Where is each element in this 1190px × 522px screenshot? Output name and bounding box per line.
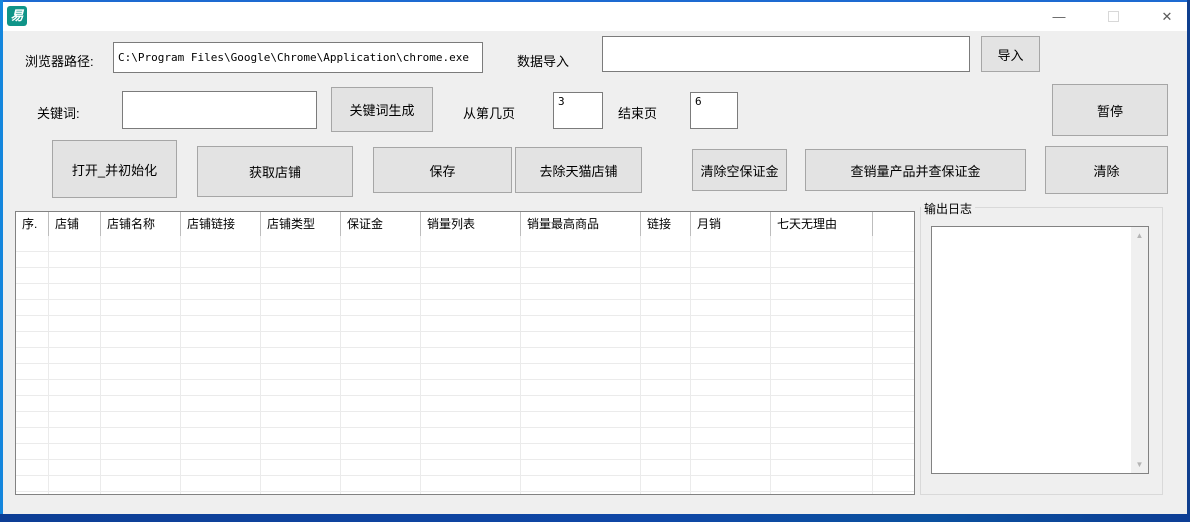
keyword-input[interactable] (122, 91, 317, 129)
table-row[interactable] (16, 236, 914, 252)
page-from-label: 从第几页 (463, 103, 515, 122)
window-border-left (0, 0, 3, 522)
keyword-label: 关键词: (37, 103, 80, 122)
column-header-4[interactable]: 店铺类型 (261, 212, 341, 236)
check-sales-deposit-button[interactable]: 查销量产品并查保证金 (805, 149, 1026, 191)
table-row[interactable] (16, 252, 914, 268)
table-gridline (770, 236, 771, 494)
column-header-0[interactable]: 序. (16, 212, 49, 236)
scrollbar-up-icon[interactable]: ▲ (1131, 227, 1148, 244)
column-header-11[interactable] (873, 212, 914, 236)
app-window: 易 — ✕ 浏览器路径: 数据导入 导入 关键词: 关键词生成 从第几页 结束页… (0, 0, 1190, 522)
table-row[interactable] (16, 300, 914, 316)
column-header-5[interactable]: 保证金 (341, 212, 421, 236)
table-gridline (260, 236, 261, 494)
table-row[interactable] (16, 444, 914, 460)
column-header-1[interactable]: 店铺 (49, 212, 101, 236)
window-border-top (0, 0, 1190, 2)
data-import-input[interactable] (602, 36, 970, 72)
column-header-10[interactable]: 七天无理由 (771, 212, 873, 236)
close-icon[interactable]: ✕ (1155, 6, 1179, 28)
table-row[interactable] (16, 332, 914, 348)
maximize-icon[interactable] (1101, 6, 1125, 28)
output-log-text (932, 227, 1131, 473)
import-button[interactable]: 导入 (981, 36, 1040, 72)
save-button[interactable]: 保存 (373, 147, 512, 193)
table-gridline (100, 236, 101, 494)
table-row[interactable] (16, 460, 914, 476)
table-row[interactable] (16, 380, 914, 396)
output-log-box[interactable]: ▲ ▼ (931, 226, 1149, 474)
stores-table-header: 序.店铺店铺名称店铺链接店铺类型保证金销量列表销量最高商品链接月销七天无理由 (16, 212, 914, 236)
table-gridline (690, 236, 691, 494)
get-stores-button[interactable]: 获取店铺 (197, 146, 353, 197)
log-scrollbar[interactable]: ▲ ▼ (1131, 227, 1148, 473)
table-gridline (872, 236, 873, 494)
column-header-6[interactable]: 销量列表 (421, 212, 521, 236)
column-header-7[interactable]: 销量最高商品 (521, 212, 641, 236)
table-gridline (420, 236, 421, 494)
minimize-icon[interactable]: — (1047, 6, 1071, 28)
table-row[interactable] (16, 396, 914, 412)
output-log-group: ▲ ▼ (920, 207, 1163, 495)
pause-button[interactable]: 暂停 (1052, 84, 1168, 136)
remove-tmall-button[interactable]: 去除天猫店铺 (515, 147, 642, 193)
column-header-9[interactable]: 月销 (691, 212, 771, 236)
table-gridline (640, 236, 641, 494)
table-row[interactable] (16, 476, 914, 492)
clear-button[interactable]: 清除 (1045, 146, 1168, 194)
page-to-label: 结束页 (618, 103, 657, 122)
table-row[interactable] (16, 284, 914, 300)
clear-empty-deposit-button[interactable]: 清除空保证金 (692, 149, 787, 191)
output-log-label: 输出日志 (921, 200, 975, 217)
window-border-bottom (0, 514, 1190, 522)
title-bar: 易 — ✕ (3, 2, 1187, 31)
page-from-input[interactable] (553, 92, 603, 129)
stores-table: 序.店铺店铺名称店铺链接店铺类型保证金销量列表销量最高商品链接月销七天无理由 (15, 211, 915, 495)
table-gridline (340, 236, 341, 494)
column-header-8[interactable]: 链接 (641, 212, 691, 236)
table-row[interactable] (16, 268, 914, 284)
open-init-button[interactable]: 打开_并初始化 (52, 140, 177, 198)
table-gridline (520, 236, 521, 494)
stores-table-body[interactable] (16, 236, 914, 494)
table-row[interactable] (16, 412, 914, 428)
app-logo-icon: 易 (7, 6, 27, 26)
table-row[interactable] (16, 364, 914, 380)
table-gridline (180, 236, 181, 494)
table-row[interactable] (16, 428, 914, 444)
table-gridline (48, 236, 49, 494)
page-to-input[interactable] (690, 92, 738, 129)
table-row[interactable] (16, 348, 914, 364)
browser-path-label: 浏览器路径: (25, 51, 94, 70)
column-header-2[interactable]: 店铺名称 (101, 212, 181, 236)
column-header-3[interactable]: 店铺链接 (181, 212, 261, 236)
table-row[interactable] (16, 316, 914, 332)
browser-path-input[interactable] (113, 42, 483, 73)
data-import-label: 数据导入 (517, 51, 569, 70)
maximize-square-icon (1108, 11, 1119, 22)
keyword-generate-button[interactable]: 关键词生成 (331, 87, 433, 132)
scrollbar-down-icon[interactable]: ▼ (1131, 456, 1148, 473)
